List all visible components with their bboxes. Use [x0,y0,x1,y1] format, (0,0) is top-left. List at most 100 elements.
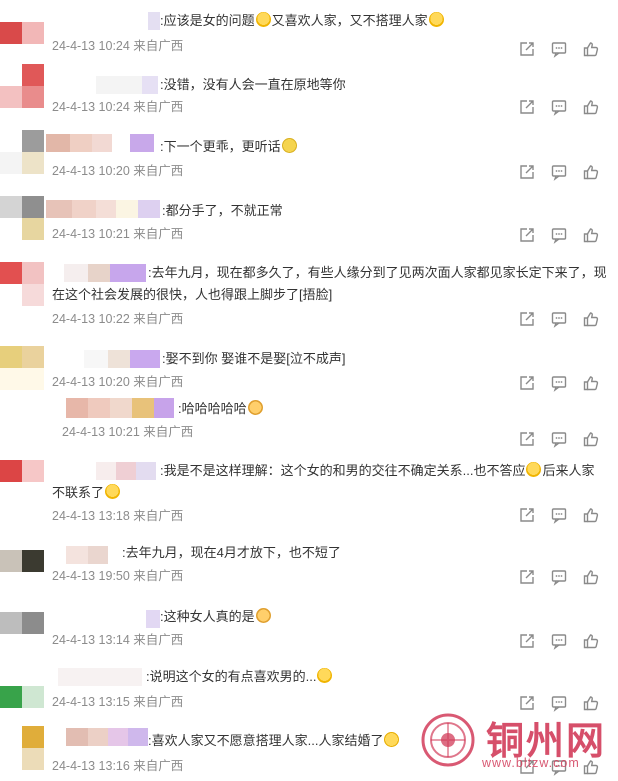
share-icon[interactable] [518,374,536,392]
username-redacted[interactable] [46,200,160,218]
share-icon[interactable] [518,632,536,650]
avatar[interactable] [0,612,46,660]
avatar[interactable] [0,544,46,592]
seal-logo-icon [421,713,475,767]
like-icon[interactable] [582,226,600,244]
comment-icon[interactable] [550,506,568,524]
comment-text: :说明这个女的有点喜欢男的... [146,666,333,688]
comment-date: 24-4-13 10:24 来自广西 [52,100,184,114]
comment-text: :都分手了，不就正常 [162,203,283,218]
like-icon[interactable] [582,374,600,392]
comment-icon[interactable] [550,98,568,116]
username-redacted[interactable] [66,546,122,564]
laugh-emoji-icon [317,668,333,683]
comment-text: :娶不到你 娶谁不是娶[泣不成声] [162,351,346,366]
comment-date: 24-4-13 13:16 来自广西 [52,759,184,773]
share-icon[interactable] [518,568,536,586]
sad-emoji-icon [384,732,400,747]
comment-actions [518,374,608,392]
comment-text: :去年九月，现在4月才放下，也不短了 [122,545,341,560]
comment-text: :下一个更乖，更听话 [160,136,298,158]
comment-icon[interactable] [550,226,568,244]
avatar[interactable] [0,668,46,716]
comment-actions [518,632,608,650]
comment-actions [518,226,608,244]
comment-text: :哈哈哈哈哈 [178,398,264,420]
laugh-emoji-icon [105,484,121,499]
comment-actions [518,163,608,181]
comment-date: 24-4-13 10:20 来自广西 [52,164,184,178]
comment-text: :喜欢人家又不愿意搭理人家...人家结婚了 [148,730,400,752]
username-redacted[interactable] [84,350,162,368]
comment-actions [518,430,608,448]
comment-icon[interactable] [550,163,568,181]
username-redacted[interactable] [148,12,160,30]
username-redacted[interactable] [146,610,160,628]
username-redacted[interactable] [66,398,176,418]
like-icon[interactable] [582,98,600,116]
comment-text: :我是不是这样理解：这个女的和男的交往不确定关系...也不答应 后来人家 不联系了 [52,460,612,504]
like-icon[interactable] [582,632,600,650]
comment-icon[interactable] [550,374,568,392]
comment-date: 24-4-13 10:22 来自广西 [52,312,184,326]
like-icon[interactable] [582,430,600,448]
avatar[interactable] [0,64,46,112]
avatar[interactable] [0,262,46,310]
username-redacted[interactable] [96,76,158,94]
avatar[interactable] [0,726,46,774]
watermark-url: www.bltzw.com [482,756,580,770]
share-icon[interactable] [518,163,536,181]
laugh-emoji-icon [428,12,444,27]
laugh-emoji-icon [255,12,271,27]
comment-text-line1: :去年九月，现在都多久了，有些人缘分到了见两次面人家都见家长定下来了，现 [148,265,607,280]
comment-text-line2: 不联系了 [52,482,612,504]
share-icon[interactable] [518,40,536,58]
comment-actions [518,506,608,524]
share-icon[interactable] [518,98,536,116]
like-icon[interactable] [582,310,600,328]
yellow-emoji-icon [281,138,297,153]
avatar[interactable] [0,12,46,60]
comment-date: 24-4-13 13:18 来自广西 [52,509,184,523]
comment-date: 24-4-13 13:14 来自广西 [52,633,184,647]
laugh-emoji-icon [526,462,542,477]
share-icon[interactable] [518,310,536,328]
avatar[interactable] [0,196,46,244]
like-icon[interactable] [582,506,600,524]
share-icon[interactable] [518,226,536,244]
comment-text-line2: 在这个社会发展的很快，人也得跟上脚步了[捂脸] [52,287,333,302]
comment-actions [518,98,608,116]
comment-icon[interactable] [550,310,568,328]
cat-emoji-icon [247,400,263,415]
comment-date: 24-4-13 10:21 来自广西 [62,425,194,439]
like-icon[interactable] [582,40,600,58]
comment-actions [518,568,608,586]
avatar[interactable] [0,346,46,394]
site-watermark: 铜州网 www.bltzw.com [416,708,616,776]
comment-date: 24-4-13 10:21 来自广西 [52,227,184,241]
username-redacted[interactable] [58,668,142,686]
comment-icon[interactable] [550,430,568,448]
comment-date: 24-4-13 13:15 来自广西 [52,695,184,709]
like-icon[interactable] [582,568,600,586]
username-redacted[interactable] [46,134,156,152]
comment-actions [518,40,608,58]
cat-emoji-icon [255,608,271,623]
comment-text: :这种女人真的是 [160,606,272,628]
comment-date: 24-4-13 10:20 来自广西 [52,375,184,389]
comment-icon[interactable] [550,40,568,58]
comment-date: 24-4-13 19:50 来自广西 [52,569,184,583]
avatar[interactable] [0,460,46,508]
username-redacted[interactable] [66,728,148,746]
comment-text: :应该是女的问题 又喜欢人家，又不搭理人家 [160,10,445,32]
comment-text-line1: :我是不是这样理解：这个女的和男的交往不确定关系...也不答应 后来人家 [160,462,595,478]
like-icon[interactable] [582,163,600,181]
share-icon[interactable] [518,430,536,448]
comment-date: 24-4-13 10:24 来自广西 [52,39,184,53]
avatar[interactable] [0,130,46,178]
share-icon[interactable] [518,506,536,524]
comment-icon[interactable] [550,568,568,586]
comment-icon[interactable] [550,632,568,650]
comment-actions [518,310,608,328]
comment-text: :去年九月，现在都多久了，有些人缘分到了见两次面人家都见家长定下来了，现 在这个… [52,262,612,306]
